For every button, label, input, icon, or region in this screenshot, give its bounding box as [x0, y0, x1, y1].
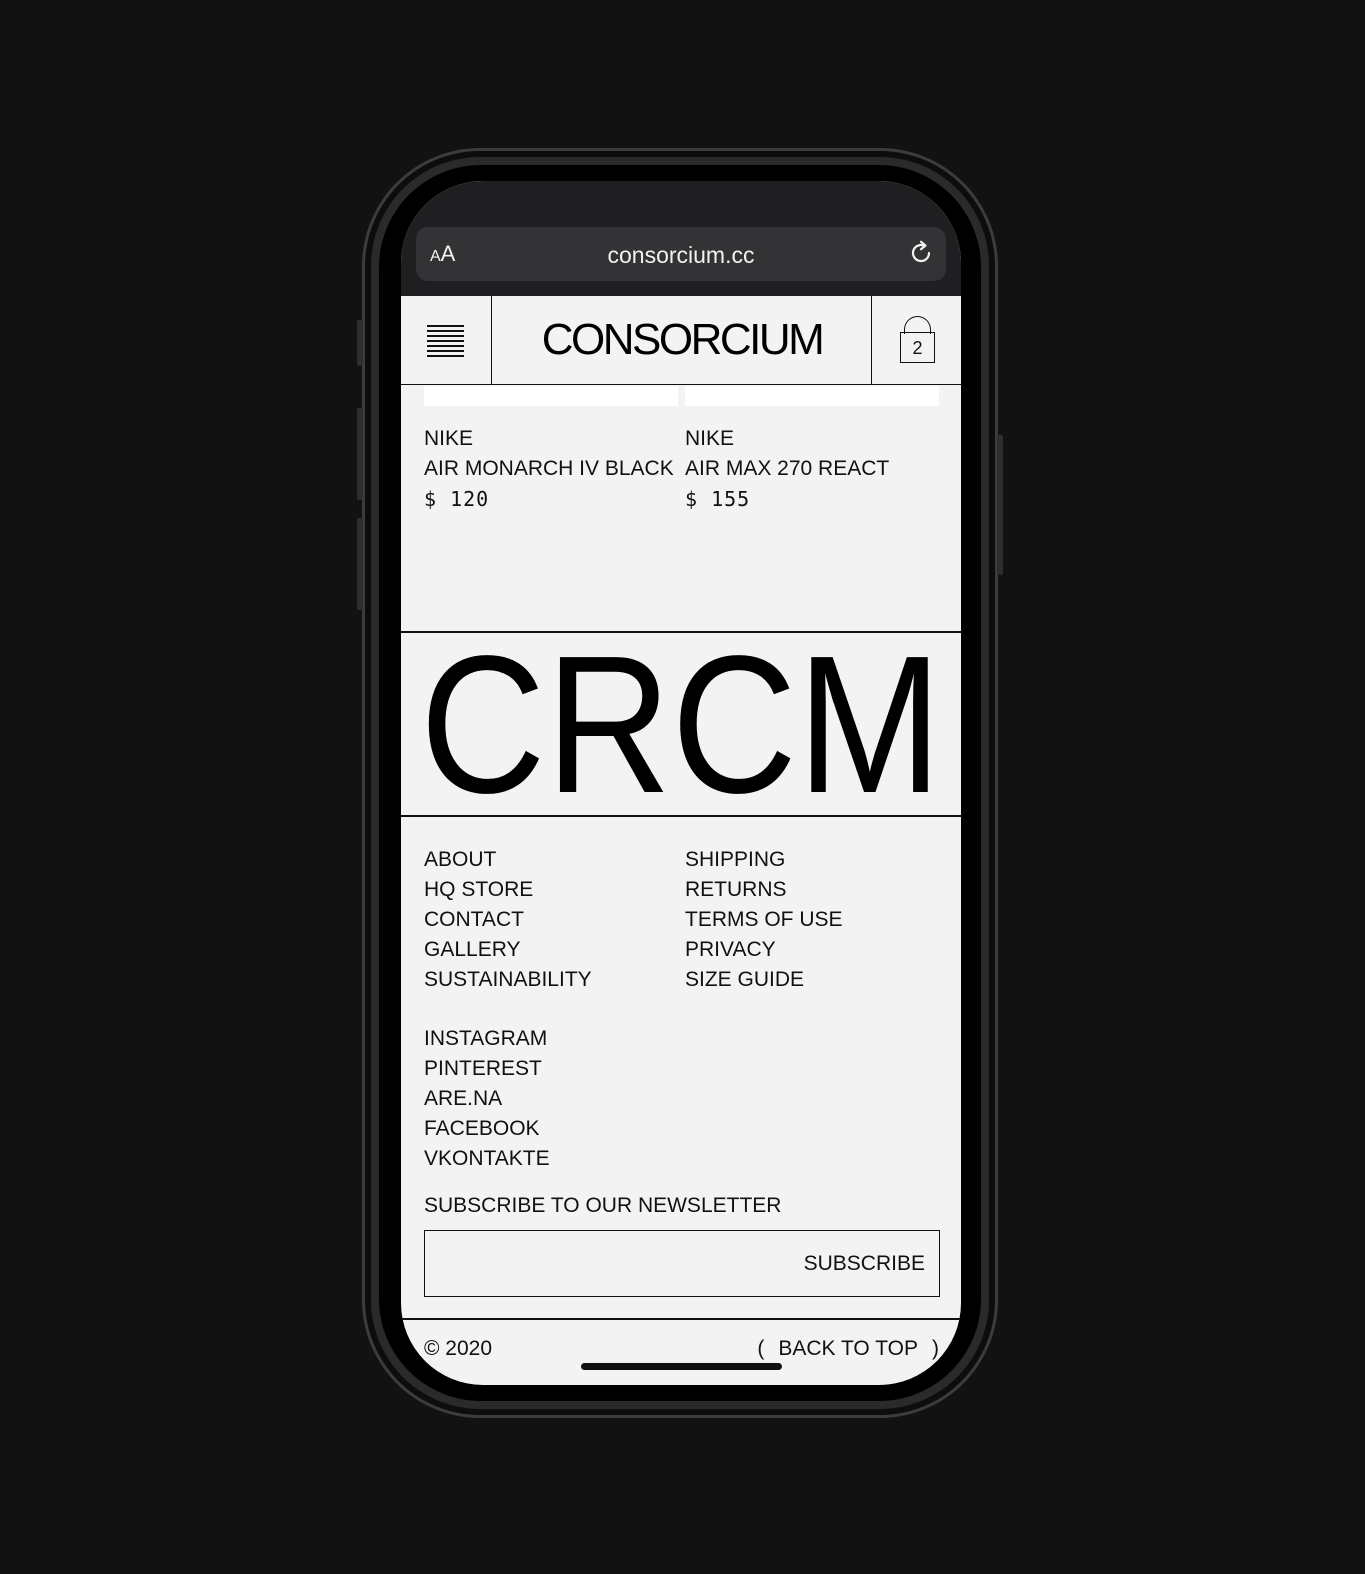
site-logo[interactable]: CONSORCIUM — [492, 296, 872, 384]
product-image[interactable] — [424, 386, 678, 406]
footer-link-about[interactable]: ABOUT — [424, 845, 592, 875]
newsletter-label: SUBSCRIBE TO OUR NEWSLETTER — [424, 1194, 782, 1217]
product-card[interactable]: NIKE AIR MONARCH IV BLACK $ 120 — [424, 424, 674, 514]
cart-count: 2 — [912, 338, 923, 358]
site-header: CONSORCIUM 2 — [401, 296, 961, 385]
browser-viewport: AA consorcium.cc CONSORCIUM 2 NIKE AIR M… — [401, 181, 961, 1385]
power-button — [997, 435, 1003, 575]
cart-bag[interactable]: 2 — [900, 332, 935, 363]
phone-screen: AA consorcium.cc CONSORCIUM 2 NIKE AIR M… — [379, 165, 981, 1401]
product-grid: NIKE AIR MONARCH IV BLACK $ 120 NIKE AIR… — [401, 386, 961, 632]
product-card[interactable]: NIKE AIR MAX 270 REACT $ 155 — [685, 424, 889, 514]
footer-link-returns[interactable]: RETURNS — [685, 875, 843, 905]
subscribe-button[interactable]: SUBSCRIBE — [804, 1252, 925, 1276]
copyright-text: © 2020 — [424, 1337, 493, 1360]
crcm-banner: CRCM — [401, 632, 961, 816]
footer-link-terms[interactable]: TERMS OF USE — [685, 905, 843, 935]
footer-link-hq-store[interactable]: HQ STORE — [424, 875, 592, 905]
product-name: AIR MAX 270 REACT — [685, 457, 890, 480]
volume-down-button — [357, 518, 363, 610]
divider — [401, 815, 961, 817]
menu-button[interactable] — [401, 296, 492, 384]
address-bar[interactable]: AA consorcium.cc — [416, 227, 946, 281]
reload-icon[interactable] — [908, 240, 934, 266]
footer-link-gallery[interactable]: GALLERY — [424, 935, 592, 965]
paren-close: ) — [932, 1337, 939, 1360]
product-price: $ 120 — [424, 487, 490, 511]
social-link-facebook[interactable]: FACEBOOK — [424, 1114, 550, 1144]
home-indicator[interactable] — [581, 1363, 782, 1370]
footer-link-size-guide[interactable]: SIZE GUIDE — [685, 965, 843, 995]
product-price: $ 155 — [685, 487, 751, 511]
crcm-wordmark: CRCM — [420, 632, 942, 816]
url-text[interactable]: consorcium.cc — [416, 242, 946, 269]
social-link-pinterest[interactable]: PINTEREST — [424, 1054, 550, 1084]
footer-link-shipping[interactable]: SHIPPING — [685, 845, 843, 875]
cart-button[interactable]: 2 — [871, 296, 961, 384]
browser-bar: AA consorcium.cc — [401, 181, 961, 296]
footer-links-right: SHIPPING RETURNS TERMS OF USE PRIVACY SI… — [685, 845, 843, 995]
silent-switch — [357, 320, 363, 366]
newsletter-email-input[interactable] — [427, 1233, 787, 1293]
footer-bottom-bar: © 2020 ( BACK TO TOP) — [401, 1319, 961, 1385]
back-to-top-link[interactable]: ( BACK TO TOP) — [757, 1337, 939, 1361]
paren-open: ( — [757, 1337, 765, 1360]
product-image[interactable] — [685, 386, 939, 406]
newsletter-form: SUBSCRIBE — [424, 1230, 940, 1297]
social-link-vkontakte[interactable]: VKONTAKTE — [424, 1144, 550, 1174]
product-name: AIR MONARCH IV BLACK — [424, 457, 674, 480]
social-link-instagram[interactable]: INSTAGRAM — [424, 1024, 550, 1054]
product-brand: NIKE — [424, 427, 474, 450]
footer-link-contact[interactable]: CONTACT — [424, 905, 592, 935]
volume-up-button — [357, 408, 363, 500]
product-brand: NIKE — [685, 427, 735, 450]
footer-links-left: ABOUT HQ STORE CONTACT GALLERY SUSTAINAB… — [424, 845, 592, 995]
social-links: INSTAGRAM PINTEREST ARE.NA FACEBOOK VKON… — [424, 1024, 550, 1174]
back-to-top-label: BACK TO TOP — [778, 1337, 918, 1360]
social-link-arena[interactable]: ARE.NA — [424, 1084, 550, 1114]
footer-link-sustainability[interactable]: SUSTAINABILITY — [424, 965, 592, 995]
footer-link-privacy[interactable]: PRIVACY — [685, 935, 843, 965]
